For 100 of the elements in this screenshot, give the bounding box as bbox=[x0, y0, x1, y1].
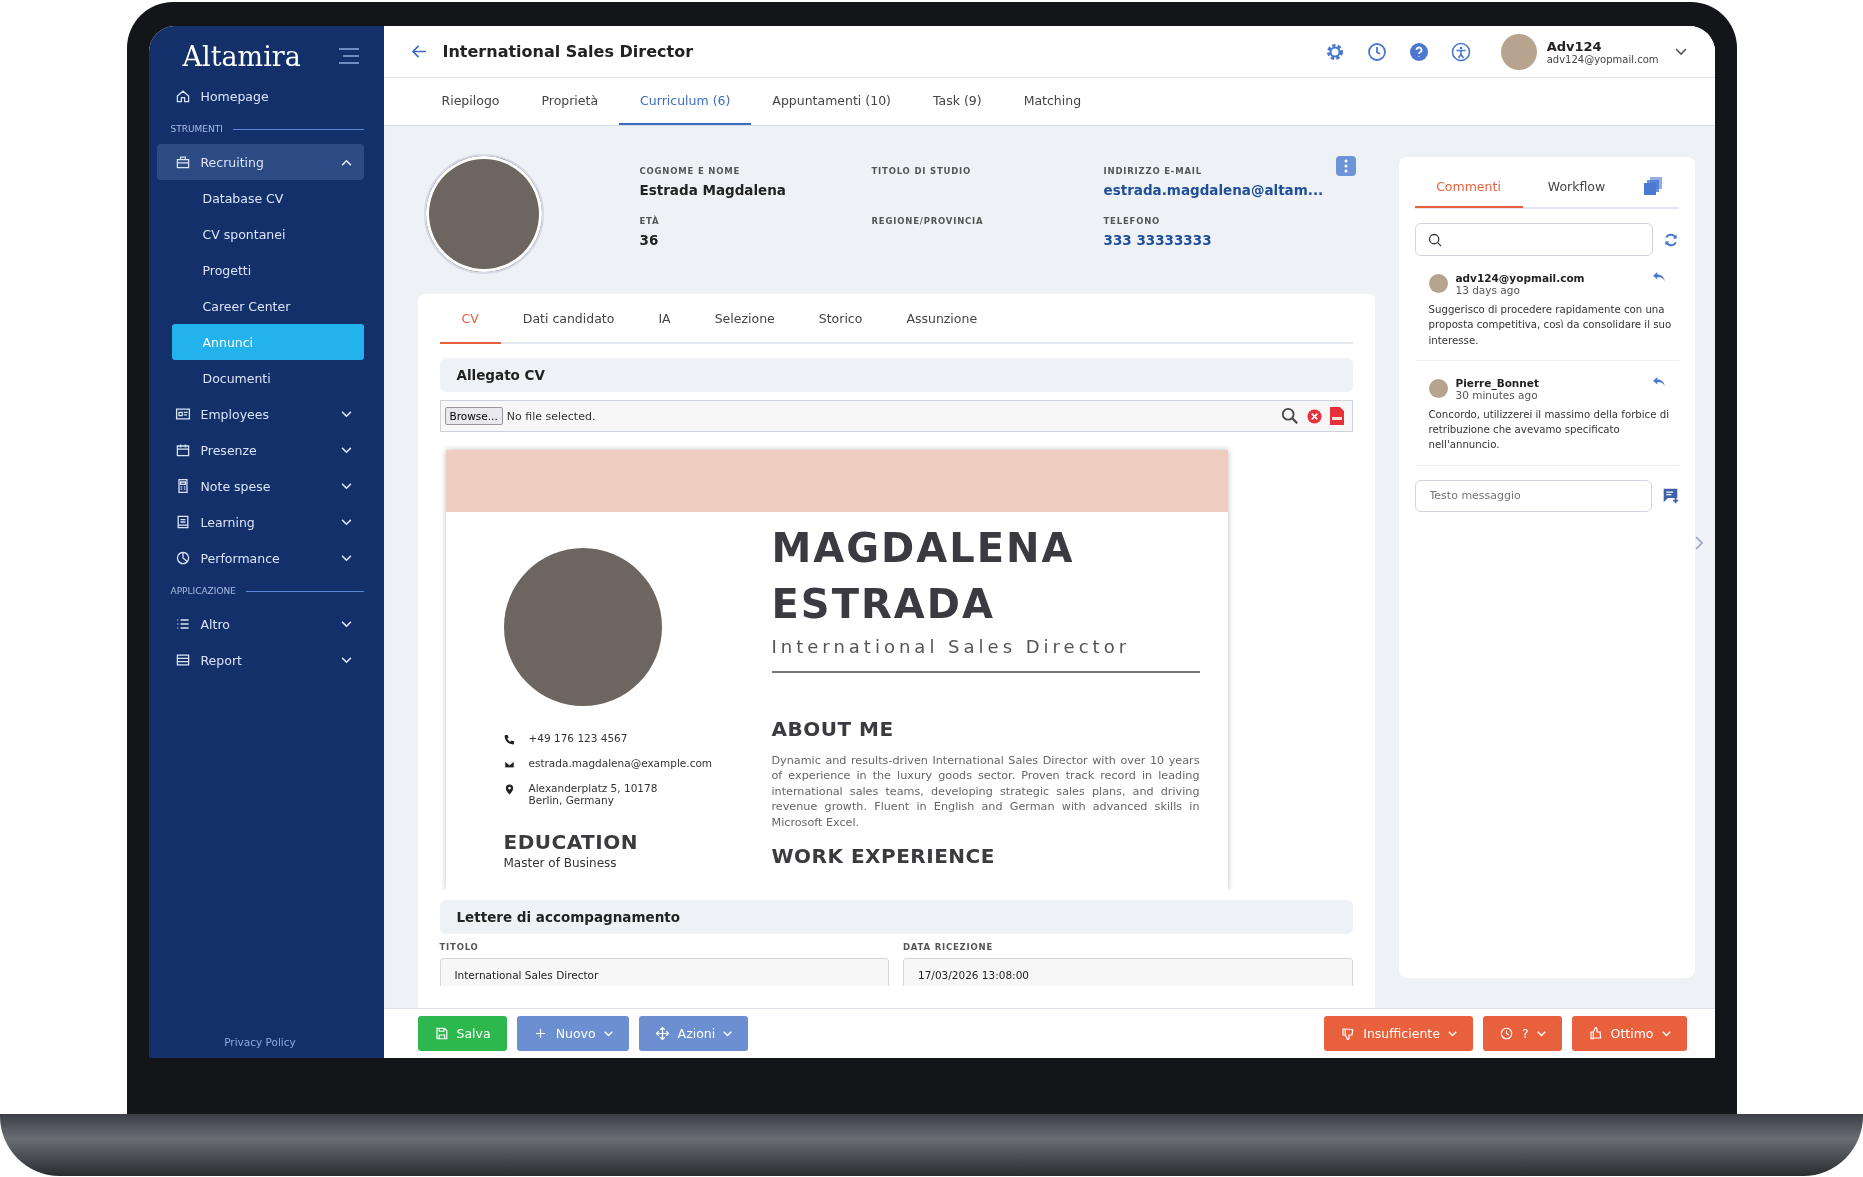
tab[interactable]: Storico bbox=[796, 294, 885, 344]
browse-button[interactable]: Browse... bbox=[444, 407, 503, 425]
search-field[interactable] bbox=[1414, 223, 1653, 256]
chevron-icon bbox=[340, 554, 352, 562]
chevron-icon[interactable] bbox=[1674, 47, 1687, 56]
tab[interactable]: Selezione bbox=[692, 294, 797, 344]
cv-text: Master of Business bbox=[503, 856, 618, 871]
sidebar-icon bbox=[174, 550, 191, 566]
section-title: Allegato CV bbox=[456, 367, 545, 383]
help-icon[interactable] bbox=[1408, 41, 1429, 62]
logo: Altamira bbox=[182, 40, 301, 72]
location-pin-icon bbox=[503, 784, 515, 795]
avatar bbox=[1428, 274, 1448, 293]
phone-icon bbox=[503, 734, 515, 745]
tab[interactable]: CV bbox=[439, 294, 501, 344]
field-label: TELEFONO bbox=[1103, 216, 1162, 226]
section-label: STRUMENTI bbox=[170, 124, 223, 134]
chevron-icon bbox=[340, 518, 352, 526]
tab[interactable]: Matching bbox=[1002, 78, 1103, 125]
tab[interactable]: Commenti bbox=[1414, 166, 1523, 208]
field-label: TITOLO bbox=[439, 942, 480, 952]
sidebar-item[interactable]: Employees bbox=[156, 396, 364, 432]
field-value: 36 bbox=[639, 232, 660, 248]
accessibility-icon[interactable] bbox=[1450, 41, 1471, 62]
file-status: No file selected. bbox=[506, 409, 596, 423]
sidebar-item[interactable]: Presenze bbox=[156, 432, 364, 468]
comment-time: 13 days ago bbox=[1455, 284, 1521, 296]
sidebar-item[interactable]: Homepage bbox=[156, 78, 364, 114]
field-link[interactable]: 333 33333333 bbox=[1103, 232, 1324, 248]
cv-heading: WORK EXPERIENCE bbox=[771, 844, 996, 869]
sidebar-icon bbox=[174, 652, 191, 668]
sidebar-item[interactable]: Performance bbox=[156, 540, 364, 576]
sidebar-subitem[interactable]: Database CV bbox=[171, 180, 364, 216]
file-input[interactable]: Browse... No file selected. bbox=[439, 400, 1353, 432]
tab[interactable]: Dati candidato bbox=[500, 294, 637, 344]
text-field[interactable]: 17/03/2026 13:08:00 bbox=[903, 958, 1353, 986]
chevron-icon bbox=[340, 446, 352, 454]
comment-author: Pierre_Bonnet bbox=[1455, 376, 1539, 389]
back-arrow-icon[interactable] bbox=[411, 45, 427, 58]
menu-icon[interactable] bbox=[337, 47, 360, 65]
envelope-icon bbox=[503, 759, 515, 770]
reply-icon[interactable] bbox=[1652, 376, 1665, 387]
close-icon[interactable] bbox=[1306, 408, 1322, 424]
field-label: TITOLO DI STUDIO bbox=[871, 166, 973, 176]
clock-icon[interactable] bbox=[1366, 41, 1387, 62]
more-options-icon[interactable] bbox=[1335, 156, 1356, 176]
sidebar-subitem[interactable]: Documenti bbox=[171, 360, 364, 396]
clock-icon bbox=[1498, 1026, 1514, 1041]
comment-author: adv124@yopmail.com bbox=[1455, 272, 1585, 284]
user-email: adv124@yopmail.com bbox=[1546, 53, 1659, 65]
add-comment-icon[interactable] bbox=[1661, 487, 1679, 505]
tab[interactable]: Appuntamenti (10) bbox=[751, 78, 912, 125]
user-name: Adv124 bbox=[1546, 38, 1603, 54]
chevron-icon bbox=[340, 410, 352, 418]
page-title: International Sales Director bbox=[442, 42, 694, 61]
tab[interactable]: Workflow bbox=[1522, 166, 1631, 208]
reply-icon[interactable] bbox=[1652, 272, 1665, 282]
sidebar-item[interactable]: Altro bbox=[156, 606, 364, 642]
move-arrows-icon bbox=[654, 1026, 670, 1041]
sidebar-icon bbox=[174, 154, 191, 170]
thumbs-down-icon bbox=[1340, 1026, 1356, 1041]
comment-text: Suggerisco di procedere rapidamente con una proposta competitiva, così da consolidare il suo interesse. bbox=[1428, 303, 1673, 348]
message-field[interactable]: Testo messaggio bbox=[1414, 479, 1652, 512]
pdf-file-icon[interactable] bbox=[1329, 407, 1344, 425]
contact-text: Alexanderplatz 5, 10178 Berlin, Germany bbox=[528, 782, 658, 807]
field-value: Estrada Magdalena bbox=[639, 182, 787, 198]
tab[interactable]: Task (9) bbox=[911, 78, 1003, 125]
sidebar-item[interactable]: Recruiting bbox=[156, 144, 364, 180]
section-label: APPLICAZIONE bbox=[170, 586, 236, 596]
sidebar-icon bbox=[174, 88, 191, 104]
text-field[interactable]: International Sales Director bbox=[439, 958, 889, 986]
search-icon bbox=[1427, 232, 1442, 247]
sidebar-item[interactable]: Report bbox=[156, 642, 364, 678]
tab[interactable]: Riepilogo bbox=[420, 78, 521, 125]
tab[interactable]: IA bbox=[636, 294, 693, 344]
field-label: INDIRIZZO E-MAIL bbox=[1103, 166, 1203, 176]
cv-role: International Sales Director bbox=[771, 636, 1132, 657]
search-icon[interactable] bbox=[1280, 407, 1299, 425]
refresh-icon[interactable] bbox=[1662, 231, 1679, 248]
cv-name: MAGDALENA ESTRADA bbox=[771, 524, 1076, 629]
tab[interactable]: Curriculum (6) bbox=[619, 78, 752, 125]
tab[interactable]: Assunzione bbox=[884, 294, 1000, 344]
field-link[interactable]: estrada.magdalena@altam... bbox=[1103, 182, 1324, 198]
settings-icon[interactable] bbox=[1324, 41, 1345, 62]
field-label: COGNOME E NOME bbox=[639, 166, 742, 176]
sidebar-subitem[interactable]: Career Center bbox=[171, 288, 364, 324]
copy-icon[interactable] bbox=[1642, 176, 1663, 196]
field-label: DATA RICEZIONE bbox=[903, 942, 995, 952]
comment-time: 30 minutes ago bbox=[1455, 388, 1538, 401]
tab[interactable]: Proprietà bbox=[520, 78, 620, 125]
chevron-icon bbox=[340, 656, 352, 664]
comment-text: Concordo, utilizzerei il massimo della forbice di retribuzione che avevamo specificato nell'annuncio. bbox=[1428, 407, 1671, 453]
sidebar-icon bbox=[174, 616, 191, 632]
user-avatar[interactable] bbox=[1500, 33, 1537, 70]
sidebar-subitem[interactable]: Progetti bbox=[171, 252, 364, 288]
privacy-policy-link[interactable]: Privacy Policy bbox=[156, 1036, 364, 1048]
sidebar-item[interactable]: Learning bbox=[156, 504, 364, 540]
chevron-icon bbox=[340, 620, 352, 628]
sidebar-item[interactable]: Note spese bbox=[156, 468, 364, 504]
sidebar-subitem[interactable]: CV spontanei bbox=[171, 216, 364, 252]
